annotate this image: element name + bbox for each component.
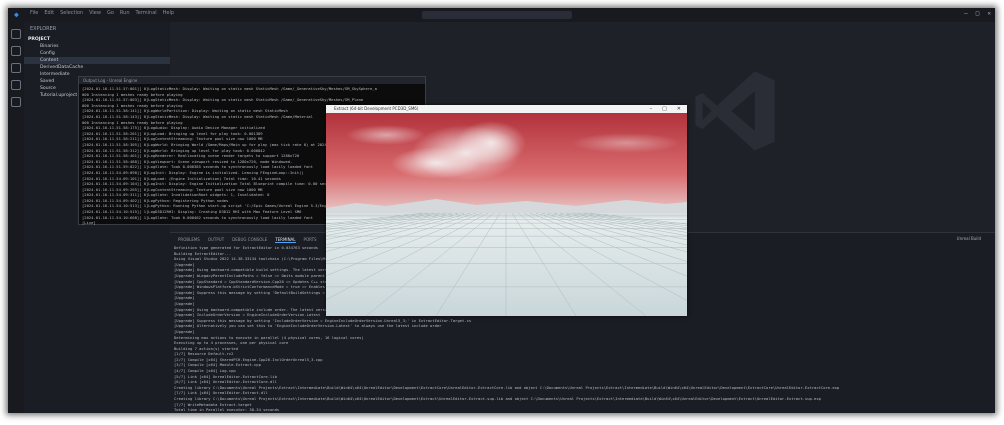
game-window-title: Extract (64-bit Development PCD3D_SM6) bbox=[334, 106, 419, 111]
tab-problems[interactable]: PROBLEMS bbox=[178, 237, 200, 243]
game-close-button[interactable]: ✕ bbox=[677, 105, 681, 113]
tree-item-config[interactable]: Config bbox=[24, 50, 170, 57]
close-button[interactable]: ✕ bbox=[987, 10, 991, 17]
menu-run[interactable]: Run bbox=[120, 10, 130, 16]
tree-item-binaries[interactable]: Binaries bbox=[24, 43, 170, 50]
game-scene bbox=[8, 113, 995, 317]
window-controls: – □ ✕ bbox=[964, 10, 991, 17]
menu-help[interactable]: Help bbox=[163, 10, 174, 16]
menu-bar: File Edit Selection View Go Run Terminal… bbox=[30, 10, 174, 16]
tab-debug-console[interactable]: DEBUG CONSOLE bbox=[232, 237, 267, 243]
cloud bbox=[391, 147, 481, 179]
game-maximize-button[interactable]: □ bbox=[662, 105, 667, 113]
tree-item-content[interactable]: Content bbox=[24, 57, 170, 64]
tree-item-deriveddatacache[interactable]: DerivedDataCache bbox=[24, 64, 170, 71]
tab-ports[interactable]: PORTS bbox=[304, 237, 317, 243]
menu-file[interactable]: File bbox=[30, 10, 38, 16]
menu-edit[interactable]: Edit bbox=[44, 10, 54, 16]
extensions-icon[interactable] bbox=[11, 97, 21, 107]
command-center-search[interactable] bbox=[422, 11, 572, 19]
cloud bbox=[346, 125, 426, 145]
tab-terminal[interactable]: TERMINAL bbox=[275, 237, 296, 243]
menu-selection[interactable]: Selection bbox=[60, 10, 83, 16]
cloud bbox=[571, 133, 681, 153]
vscode-logo-icon: ◆ bbox=[14, 10, 19, 19]
maximize-button[interactable]: □ bbox=[976, 10, 980, 17]
minimize-button[interactable]: – bbox=[964, 10, 968, 17]
vscode-titlebar: ◆ File Edit Selection View Go Run Termin… bbox=[8, 8, 995, 22]
menu-terminal[interactable]: Terminal bbox=[136, 10, 157, 16]
project-section[interactable]: PROJECT bbox=[24, 36, 170, 43]
log-line: [2024.01.16-11.51.57:001][ 0]LogStaticMe… bbox=[82, 86, 377, 91]
search-icon[interactable] bbox=[11, 46, 21, 56]
panel-tabs: PROBLEMS OUTPUT DEBUG CONSOLE TERMINAL P… bbox=[170, 237, 317, 243]
menu-go[interactable]: Go bbox=[107, 10, 114, 16]
game-viewport[interactable] bbox=[8, 113, 995, 317]
vscode-watermark-icon bbox=[690, 66, 780, 156]
menu-view[interactable]: View bbox=[89, 10, 101, 16]
explorer-title: EXPLORER bbox=[30, 26, 57, 32]
game-window-controls: – □ ✕ bbox=[650, 105, 681, 113]
explorer-icon[interactable] bbox=[11, 29, 21, 39]
output-log-title: Output Log - Unreal Engine bbox=[79, 77, 425, 84]
game-window[interactable]: Extract (64-bit Development PCD3D_SM6) –… bbox=[8, 105, 995, 317]
run-debug-icon[interactable] bbox=[11, 80, 21, 90]
desktop-screen: ◆ File Edit Selection View Go Run Termin… bbox=[8, 8, 995, 413]
game-window-titlebar: Extract (64-bit Development PCD3D_SM6) –… bbox=[326, 105, 687, 113]
terminal-profile-label[interactable]: Unreal Build bbox=[957, 236, 981, 241]
game-minimize-button[interactable]: – bbox=[650, 105, 653, 113]
tab-output[interactable]: OUTPUT bbox=[208, 237, 224, 243]
source-control-icon[interactable] bbox=[11, 63, 21, 73]
activity-bar bbox=[8, 22, 24, 413]
